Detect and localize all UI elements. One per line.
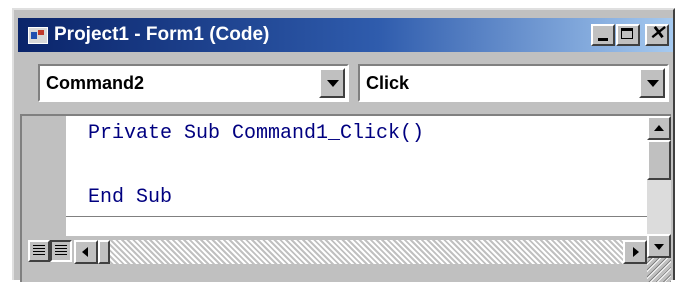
- chevron-down-icon: [647, 80, 659, 87]
- scroll-right-button[interactable]: [623, 240, 647, 264]
- object-dropdown-value: Command2: [46, 73, 145, 93]
- arrow-down-icon: [654, 244, 664, 250]
- procedure-view-icon: [33, 245, 45, 257]
- editor-bottom-bar: [22, 236, 647, 282]
- maximize-button[interactable]: [616, 24, 640, 46]
- procedure-dropdown[interactable]: Click: [358, 64, 669, 102]
- object-dropdown[interactable]: Command2: [38, 64, 349, 102]
- object-dropdown-button[interactable]: [319, 68, 345, 98]
- horizontal-scroll-thumb[interactable]: [98, 240, 110, 264]
- chevron-down-icon: [327, 80, 339, 87]
- code-editor: Private Sub Command1_Click() End Sub: [20, 114, 671, 282]
- window-title: Project1 - Form1 (Code): [54, 24, 270, 45]
- procedure-dropdown-value: Click: [366, 73, 410, 93]
- full-module-view-button[interactable]: [50, 240, 72, 262]
- maximize-icon: [621, 28, 633, 39]
- arrow-right-icon: [633, 247, 639, 257]
- code-text-area[interactable]: Private Sub Command1_Click() End Sub: [66, 116, 647, 236]
- scroll-down-button[interactable]: [647, 234, 671, 258]
- resize-grip[interactable]: [647, 258, 671, 282]
- full-module-view-icon: [55, 245, 67, 257]
- title-bar[interactable]: Project1 - Form1 (Code) ✕: [18, 18, 673, 52]
- scroll-left-button[interactable]: [74, 240, 98, 264]
- scroll-up-button[interactable]: [647, 116, 671, 140]
- procedure-view-button[interactable]: [28, 240, 50, 262]
- margin-indicator-bar[interactable]: [22, 116, 66, 236]
- vertical-scroll-thumb[interactable]: [647, 140, 671, 180]
- code-window: Project1 - Form1 (Code) ✕ Command2 Click…: [12, 8, 675, 282]
- close-icon: ✕: [649, 23, 665, 44]
- arrow-left-icon: [82, 247, 88, 257]
- vertical-scrollbar[interactable]: [647, 116, 671, 258]
- horizontal-scrollbar[interactable]: [74, 240, 647, 264]
- close-button[interactable]: ✕: [645, 23, 669, 46]
- vb-project-icon[interactable]: [28, 27, 48, 44]
- minimize-button[interactable]: [591, 24, 615, 46]
- procedure-separator: [66, 216, 647, 217]
- arrow-up-icon: [654, 125, 664, 131]
- procedure-dropdown-button[interactable]: [639, 68, 665, 98]
- code-line[interactable]: Private Sub Command1_Click(): [88, 122, 424, 145]
- minimize-icon: [598, 38, 608, 41]
- code-line[interactable]: End Sub: [88, 186, 172, 209]
